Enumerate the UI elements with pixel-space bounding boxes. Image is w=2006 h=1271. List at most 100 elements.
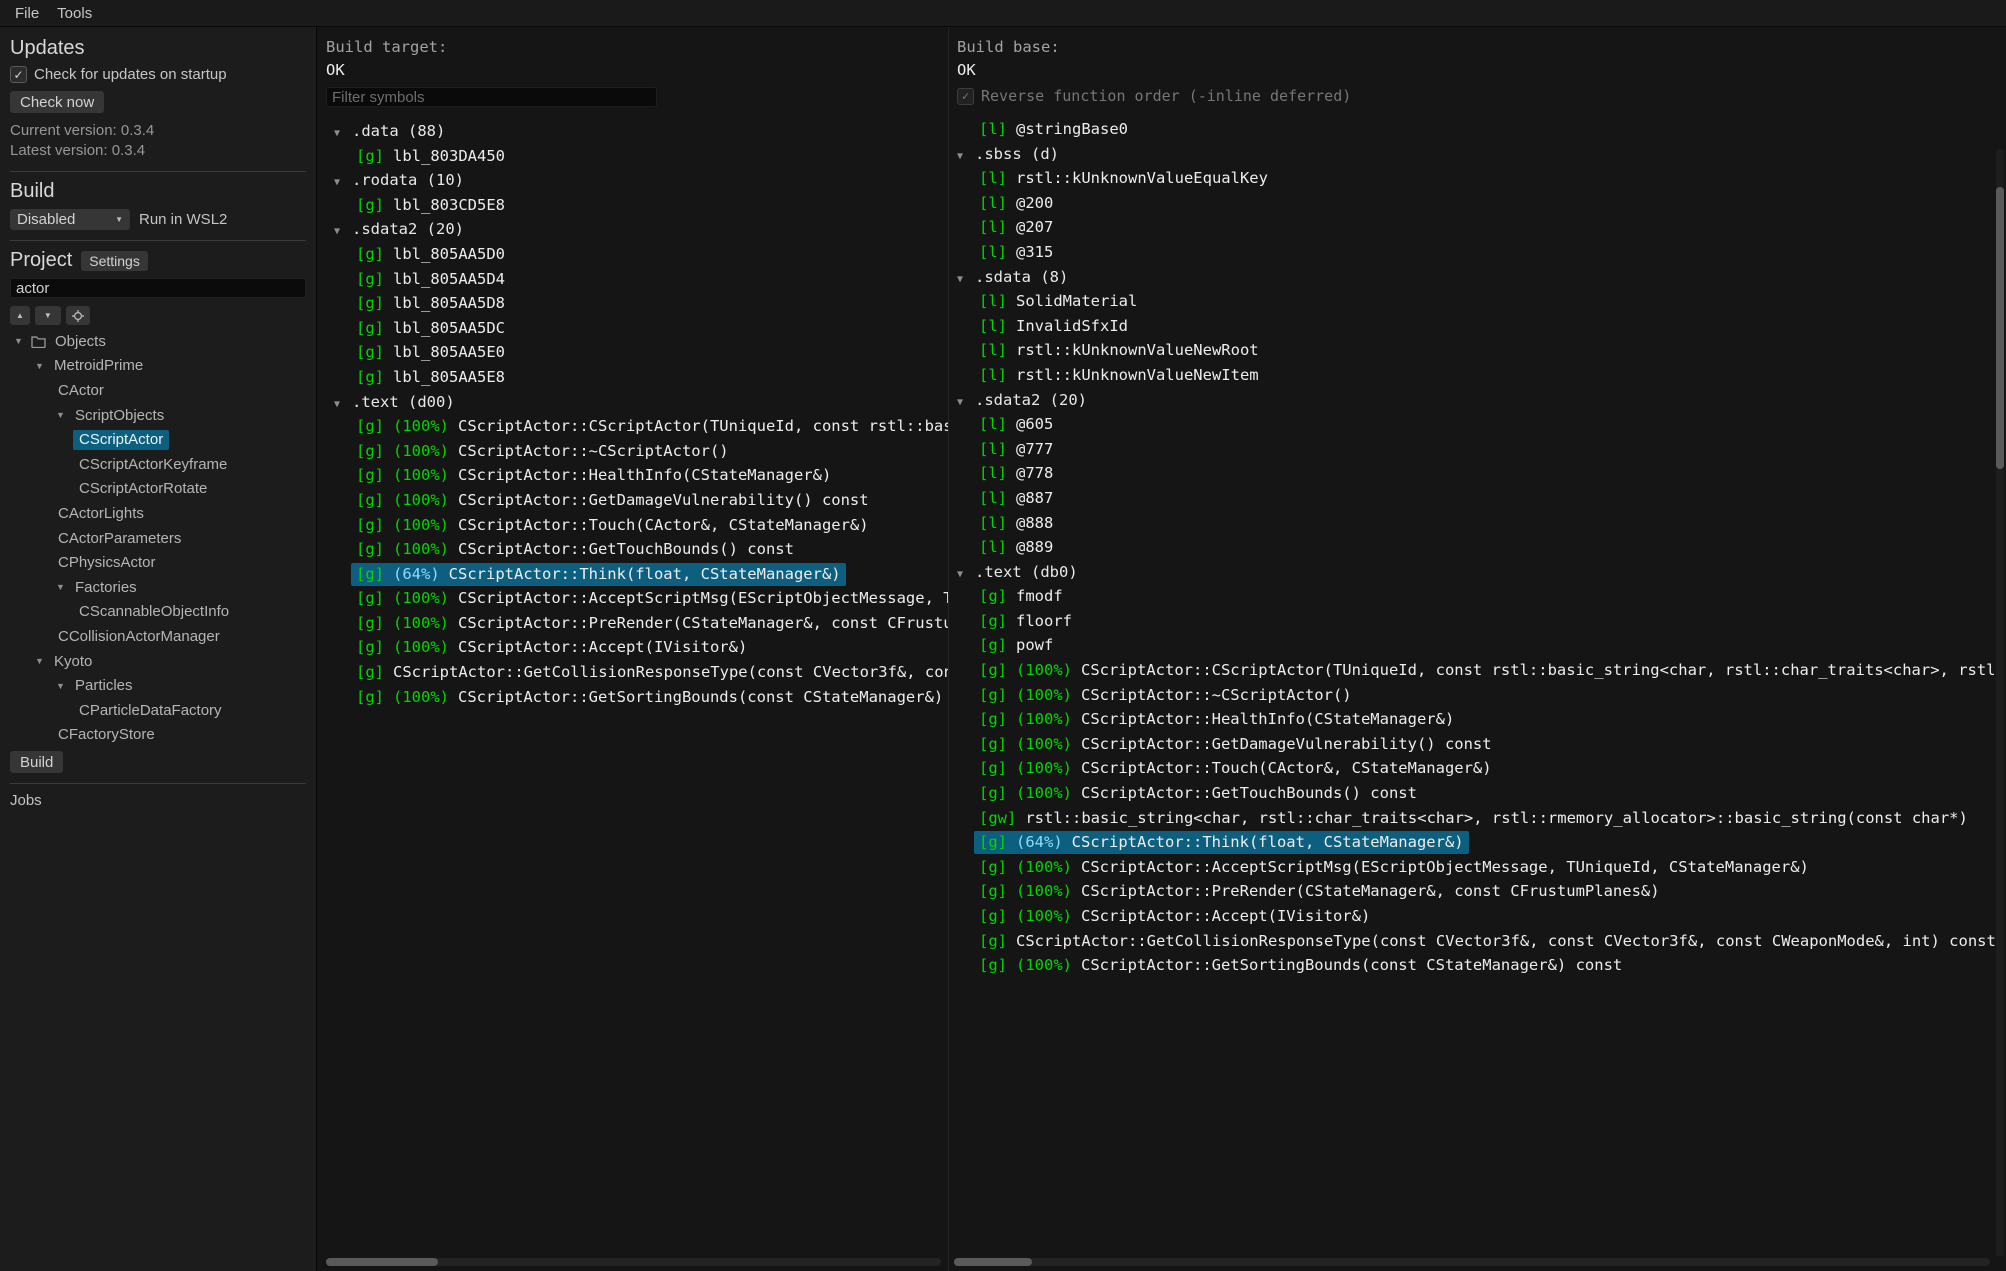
tree-item-objects[interactable]: ▼Objects	[10, 329, 306, 354]
chevron-down-icon[interactable]: ▼	[957, 391, 975, 416]
symbol-row[interactable]: [gw]rstl::basic_string<char, rstl::char_…	[957, 806, 2006, 831]
symbol-row[interactable]: [g](100%)CScriptActor::HealthInfo(CState…	[957, 707, 2006, 732]
build-button[interactable]: Build	[10, 751, 63, 773]
symbol-row[interactable]: [l]@888	[957, 511, 2006, 536]
symbol-row[interactable]: [g](100%)CScriptActor::Touch(CActor&, CS…	[957, 756, 2006, 781]
tree-item-cscriptactor[interactable]: CScriptActor	[10, 427, 306, 452]
symbol-row[interactable]: [g]CScriptActor::GetCollisionResponseTyp…	[326, 660, 948, 685]
check-now-button[interactable]: Check now	[10, 91, 104, 113]
symbol-row[interactable]: [g]lbl_803DA450	[326, 144, 948, 169]
symbol-row[interactable]: [l]@889	[957, 535, 2006, 560]
tree-item-metroidprime[interactable]: ▼MetroidPrime	[10, 354, 306, 379]
menu-tools[interactable]: Tools	[48, 3, 101, 24]
symbol-section-row[interactable]: ▼.rodata (10)	[326, 168, 948, 193]
collapse-all-button[interactable]: ▲	[10, 306, 30, 325]
symbol-row[interactable]: [g](64%)CScriptActor::Think(float, CStat…	[326, 562, 948, 587]
chevron-down-icon[interactable]: ▼	[334, 393, 352, 418]
chevron-down-icon[interactable]: ▼	[35, 656, 52, 666]
symbol-row[interactable]: [l]@887	[957, 486, 2006, 511]
reverse-function-order-checkbox[interactable]: ✓ Reverse function order (-inline deferr…	[957, 87, 2006, 105]
symbol-row[interactable]: [l]@315	[957, 240, 2006, 265]
symbol-row[interactable]: [l]@200	[957, 191, 2006, 216]
chevron-down-icon[interactable]: ▼	[334, 171, 352, 196]
project-settings-button[interactable]: Settings	[81, 251, 148, 271]
symbol-section-row[interactable]: ▼.text (d00)	[326, 390, 948, 415]
symbol-row[interactable]: [l]rstl::kUnknownValueNewRoot	[957, 338, 2006, 363]
chevron-down-icon[interactable]: ▼	[957, 145, 975, 170]
tree-item-factories[interactable]: ▼Factories	[10, 575, 306, 600]
symbol-row[interactable]: [l]SolidMaterial	[957, 289, 2006, 314]
tree-item-scriptobjects[interactable]: ▼ScriptObjects	[10, 403, 306, 428]
scrollbar-thumb[interactable]	[954, 1258, 1032, 1266]
symbol-row[interactable]: [g]lbl_805AA5D0	[326, 242, 948, 267]
symbol-row[interactable]: [l]@605	[957, 412, 2006, 437]
tree-item-cscannableobjectinfo[interactable]: CScannableObjectInfo	[10, 600, 306, 625]
locate-current-object-button[interactable]	[66, 306, 90, 325]
symbol-row[interactable]: [l]InvalidSfxId	[957, 314, 2006, 339]
symbol-row[interactable]: [g]floorf	[957, 609, 2006, 634]
tree-item-cfactorystore[interactable]: CFactoryStore	[10, 723, 306, 748]
chevron-down-icon[interactable]: ▼	[14, 336, 31, 346]
check-updates-startup-checkbox[interactable]: ✓ Check for updates on startup	[10, 66, 306, 83]
symbol-row[interactable]: [g](100%)CScriptActor::GetSortingBounds(…	[957, 953, 2006, 978]
symbol-row[interactable]: [g](100%)CScriptActor::PreRender(CStateM…	[957, 879, 2006, 904]
menu-file[interactable]: File	[6, 3, 48, 24]
symbol-row[interactable]: [g]lbl_805AA5D4	[326, 267, 948, 292]
symbol-row[interactable]: [g]powf	[957, 633, 2006, 658]
tree-item-particles[interactable]: ▼Particles	[10, 673, 306, 698]
tree-item-cactorparameters[interactable]: CActorParameters	[10, 526, 306, 551]
symbol-row[interactable]: [g]fmodf	[957, 584, 2006, 609]
chevron-down-icon[interactable]: ▼	[957, 563, 975, 588]
symbol-row[interactable]: [g](100%)CScriptActor::GetTouchBounds() …	[326, 537, 948, 562]
tree-item-cactor[interactable]: CActor	[10, 378, 306, 403]
symbol-row[interactable]: [g](100%)CScriptActor::~CScriptActor()	[957, 683, 2006, 708]
chevron-down-icon[interactable]: ▼	[334, 122, 352, 147]
symbol-row[interactable]: [g](100%)CScriptActor::GetDamageVulnerab…	[957, 732, 2006, 757]
tree-item-kyoto[interactable]: ▼Kyoto	[10, 649, 306, 674]
symbol-section-row[interactable]: ▼.sdata (8)	[957, 265, 2006, 290]
chevron-down-icon[interactable]: ▼	[56, 410, 73, 420]
symbol-row[interactable]: [g](100%)CScriptActor::GetTouchBounds() …	[957, 781, 2006, 806]
symbol-row[interactable]: [g]lbl_803CD5E8	[326, 193, 948, 218]
object-filter-input[interactable]	[10, 278, 306, 298]
symbol-row[interactable]: [l]@207	[957, 215, 2006, 240]
symbol-row[interactable]: [g](100%)CScriptActor::AcceptScriptMsg(E…	[326, 586, 948, 611]
build-mode-dropdown[interactable]: Disabled ▼	[10, 209, 130, 230]
symbol-row[interactable]: [g](100%)CScriptActor::PreRender(CStateM…	[326, 611, 948, 636]
symbol-section-row[interactable]: ▼.sbss (d)	[957, 142, 2006, 167]
chevron-down-icon[interactable]: ▼	[334, 220, 352, 245]
tree-item-cactorlights[interactable]: CActorLights	[10, 501, 306, 526]
symbol-row[interactable]: [g]lbl_805AA5D8	[326, 291, 948, 316]
tree-item-cscriptactorrotate[interactable]: CScriptActorRotate	[10, 477, 306, 502]
symbol-row[interactable]: [g](100%)CScriptActor::Accept(IVisitor&)	[326, 635, 948, 660]
symbol-row[interactable]: [g]lbl_805AA5DC	[326, 316, 948, 341]
symbol-section-row[interactable]: ▼.text (db0)	[957, 560, 2006, 585]
symbol-section-row[interactable]: ▼.sdata2 (20)	[957, 388, 2006, 413]
symbol-row[interactable]: [g](100%)CScriptActor::Accept(IVisitor&)	[957, 904, 2006, 929]
symbol-row[interactable]: [l]@stringBase0	[957, 117, 2006, 142]
symbol-row[interactable]: [g](100%)CScriptActor::HealthInfo(CState…	[326, 463, 948, 488]
chevron-down-icon[interactable]: ▼	[35, 361, 52, 371]
tree-item-cscriptactorkeyframe[interactable]: CScriptActorKeyframe	[10, 452, 306, 477]
symbol-row[interactable]: [g](100%)CScriptActor::~CScriptActor()	[326, 439, 948, 464]
tree-item-cparticledatafactory[interactable]: CParticleDataFactory	[10, 698, 306, 723]
symbol-row[interactable]: [g](100%)CScriptActor::AcceptScriptMsg(E…	[957, 855, 2006, 880]
symbol-row[interactable]: [l]@777	[957, 437, 2006, 462]
symbol-section-row[interactable]: ▼.data (88)	[326, 119, 948, 144]
tree-item-ccollisionactormanager[interactable]: CCollisionActorManager	[10, 624, 306, 649]
symbol-row[interactable]: [g](100%)CScriptActor::GetSortingBounds(…	[326, 685, 948, 710]
scrollbar-thumb[interactable]	[1996, 187, 2004, 469]
symbol-row[interactable]: [g](64%)CScriptActor::Think(float, CStat…	[957, 830, 2006, 855]
scrollbar-thumb[interactable]	[326, 1258, 438, 1266]
symbol-row[interactable]: [g](100%)CScriptActor::Touch(CActor&, CS…	[326, 513, 948, 538]
symbol-row[interactable]: [g]CScriptActor::GetCollisionResponseTyp…	[957, 929, 2006, 954]
symbol-row[interactable]: [l]rstl::kUnknownValueEqualKey	[957, 166, 2006, 191]
symbol-row[interactable]: [l]@778	[957, 461, 2006, 486]
symbol-row[interactable]: [g](100%)CScriptActor::GetDamageVulnerab…	[326, 488, 948, 513]
symbol-row[interactable]: [g]lbl_805AA5E0	[326, 340, 948, 365]
chevron-down-icon[interactable]: ▼	[957, 268, 975, 293]
symbol-row[interactable]: [l]rstl::kUnknownValueNewItem	[957, 363, 2006, 388]
symbol-row[interactable]: [g]lbl_805AA5E8	[326, 365, 948, 390]
expand-all-dropdown-button[interactable]: ▼	[35, 306, 61, 325]
tree-item-cphysicsactor[interactable]: CPhysicsActor	[10, 550, 306, 575]
